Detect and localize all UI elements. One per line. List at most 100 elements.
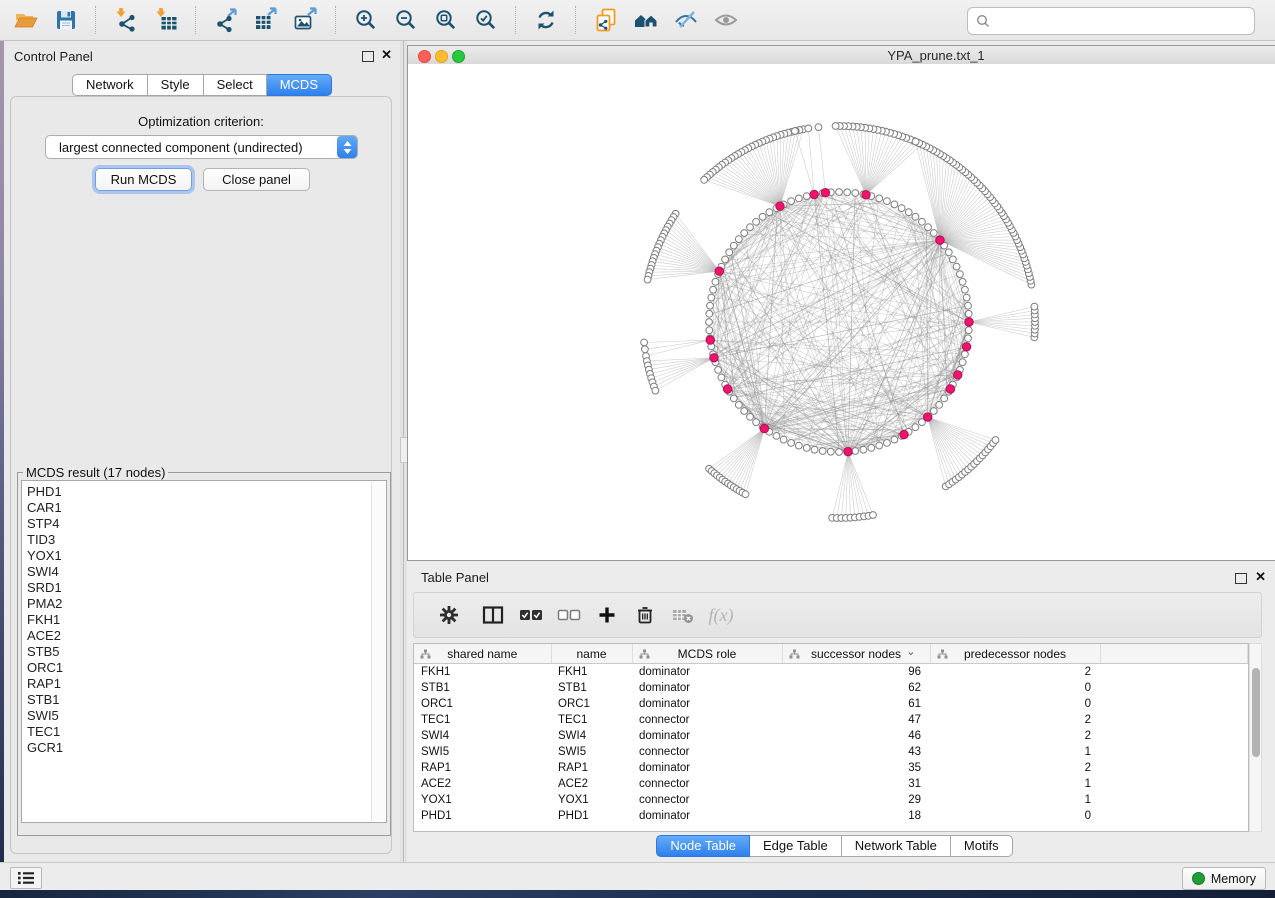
float-window-icon[interactable] <box>1235 573 1247 584</box>
mcds-result-item[interactable]: YOX1 <box>27 548 386 564</box>
tab-mcds[interactable]: MCDS <box>267 74 332 96</box>
close-panel-icon[interactable]: ✕ <box>1255 570 1266 584</box>
show-all-button[interactable] <box>706 4 746 36</box>
zoom-in-button[interactable] <box>346 4 386 36</box>
mcds-result-item[interactable]: RAP1 <box>27 676 386 692</box>
table-scrollbar-thumb[interactable] <box>1252 668 1260 757</box>
run-mcds-button[interactable]: Run MCDS <box>95 168 192 191</box>
hide-selected-button[interactable] <box>666 4 706 36</box>
select-all-rows-button[interactable] <box>512 598 550 632</box>
column-header-successor-nodes[interactable]: successor nodes⌄ <box>782 644 930 664</box>
mcds-result-item[interactable]: TEC1 <box>27 724 386 740</box>
delete-table-icon <box>671 606 695 624</box>
mcds-tab-content: Optimization criterion: largest connecte… <box>10 96 392 854</box>
zoom-out-button[interactable] <box>386 4 426 36</box>
mcds-result-item[interactable]: STB5 <box>27 644 386 660</box>
mcds-result-list[interactable]: PHD1CAR1STP4TID3YOX1SWI4SRD1PMA2FKH1ACE2… <box>21 480 387 823</box>
float-window-icon[interactable] <box>362 51 374 62</box>
column-header-shared-name[interactable]: shared name <box>414 644 551 664</box>
show-column-panel-button[interactable] <box>474 598 512 632</box>
column-header-MCDS-role[interactable]: MCDS role <box>632 644 782 664</box>
table-header-row[interactable]: shared namenameMCDS rolesuccessor nodes⌄… <box>414 644 1248 664</box>
table-panel-title: Table Panel <box>421 570 489 585</box>
mcds-result-item[interactable]: GCR1 <box>27 740 386 756</box>
export-network-icon <box>213 7 239 33</box>
function-builder-button[interactable]: f(x) <box>702 598 740 632</box>
table-scrollbar[interactable] <box>1249 643 1262 832</box>
select-all-icon <box>519 607 543 623</box>
table-row[interactable]: ACE2ACE2connector311 <box>414 776 1248 792</box>
mcds-result-item[interactable]: STB1 <box>27 692 386 708</box>
save-session-button[interactable] <box>46 4 86 36</box>
mcds-result-item[interactable]: FKH1 <box>27 612 386 628</box>
window-minimize-traffic-icon[interactable] <box>435 50 448 63</box>
import-table-button[interactable] <box>146 4 186 36</box>
refresh-button[interactable] <box>526 4 566 36</box>
deselect-all-rows-button[interactable] <box>550 598 588 632</box>
table-row[interactable]: STB1STB1dominator620 <box>414 680 1248 696</box>
memory-button[interactable]: Memory <box>1182 867 1266 890</box>
mcds-result-item[interactable]: ORC1 <box>27 660 386 676</box>
add-column-button[interactable] <box>588 598 626 632</box>
tab-select[interactable]: Select <box>204 74 267 96</box>
close-panel-icon[interactable]: ✕ <box>381 48 392 62</box>
export-image-button[interactable] <box>286 4 326 36</box>
export-table-button[interactable] <box>246 4 286 36</box>
open-session-button[interactable] <box>6 4 46 36</box>
table-row[interactable]: YOX1YOX1connector291 <box>414 792 1248 808</box>
mcds-result-item[interactable]: SWI5 <box>27 708 386 724</box>
network-canvas[interactable] <box>408 64 1275 560</box>
table-row[interactable]: TEC1TEC1connector472 <box>414 712 1248 728</box>
task-history-button[interactable] <box>10 867 42 889</box>
tab-node-table[interactable]: Node Table <box>656 835 750 857</box>
mcds-result-group: MCDS result (17 nodes) PHD1CAR1STP4TID3Y… <box>17 465 391 836</box>
mcds-result-item[interactable]: SWI4 <box>27 564 386 580</box>
search-field[interactable] <box>967 7 1255 35</box>
network-graph[interactable] <box>408 64 1274 560</box>
tab-style[interactable]: Style <box>148 74 204 96</box>
search-input[interactable] <box>990 11 1254 31</box>
column-header-name[interactable]: name <box>551 644 632 664</box>
mcds-result-item[interactable]: PHD1 <box>27 484 386 500</box>
window-close-traffic-icon[interactable] <box>418 50 431 63</box>
result-list-scrollbar[interactable] <box>371 482 385 821</box>
table-row[interactable]: SWI4SWI4dominator462 <box>414 728 1248 744</box>
toolbar-separator <box>335 6 337 34</box>
mcds-result-item[interactable]: TID3 <box>27 532 386 548</box>
open-folder-icon <box>13 7 39 33</box>
table-row[interactable]: FKH1FKH1dominator962 <box>414 664 1248 681</box>
optimization-criterion-label: Optimization criterion: <box>11 114 391 129</box>
search-icon <box>976 14 990 28</box>
criterion-dropdown[interactable]: largest connected component (undirected) <box>45 135 358 159</box>
mcds-result-item[interactable]: STP4 <box>27 516 386 532</box>
node-table[interactable]: shared namenameMCDS rolesuccessor nodes⌄… <box>414 644 1248 824</box>
close-panel-button[interactable]: Close panel <box>203 168 310 191</box>
mcds-result-item[interactable]: CAR1 <box>27 500 386 516</box>
table-settings-button[interactable] <box>430 598 468 632</box>
mcds-result-item[interactable]: PMA2 <box>27 596 386 612</box>
tab-motifs[interactable]: Motifs <box>951 835 1013 857</box>
tab-network-table[interactable]: Network Table <box>842 835 951 857</box>
table-row[interactable]: PHD1PHD1dominator180 <box>414 808 1248 824</box>
mcds-result-item[interactable]: ACE2 <box>27 628 386 644</box>
table-row[interactable]: RAP1RAP1dominator352 <box>414 760 1248 776</box>
delete-table-button[interactable] <box>664 598 702 632</box>
export-network-button[interactable] <box>206 4 246 36</box>
tab-edge-table[interactable]: Edge Table <box>750 835 842 857</box>
panel-splitter[interactable] <box>400 41 407 862</box>
table-row[interactable]: SWI5SWI5connector431 <box>414 744 1248 760</box>
home-layout-button[interactable] <box>626 4 666 36</box>
column-header-predecessor-nodes[interactable]: predecessor nodes <box>930 644 1100 664</box>
duplicate-network-button[interactable] <box>586 4 626 36</box>
mcds-result-item[interactable]: SRD1 <box>27 580 386 596</box>
table-row[interactable]: ORC1ORC1dominator610 <box>414 696 1248 712</box>
window-zoom-traffic-icon[interactable] <box>452 50 465 63</box>
network-titlebar[interactable]: YPA_prune.txt_1 <box>408 46 1275 65</box>
import-network-button[interactable] <box>106 4 146 36</box>
network-window: YPA_prune.txt_1 <box>407 45 1275 561</box>
zoom-selected-button[interactable] <box>466 4 506 36</box>
zoom-fit-button[interactable] <box>426 4 466 36</box>
delete-column-button[interactable] <box>626 598 664 632</box>
tab-network[interactable]: Network <box>72 74 148 96</box>
table-toolbar: f(x) <box>413 592 1262 638</box>
